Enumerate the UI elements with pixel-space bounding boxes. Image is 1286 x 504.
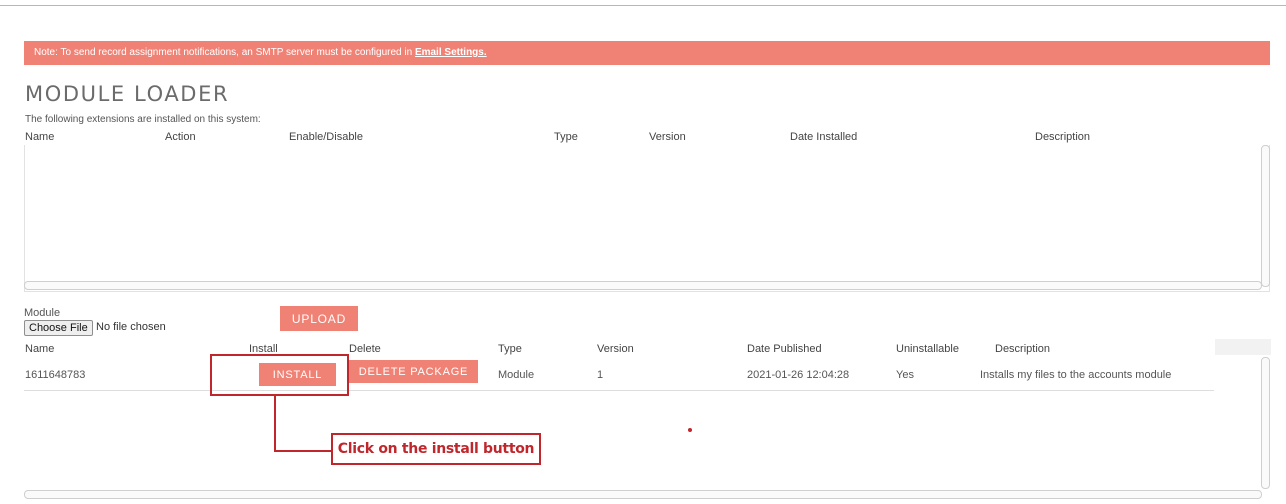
package-type: Module: [498, 369, 535, 381]
packages-col-name: Name: [25, 343, 55, 355]
notice-text: Note: To send record assignment notifica…: [34, 47, 415, 58]
row-divider: [24, 390, 1214, 391]
packages-col-version: Version: [597, 343, 634, 355]
packages-vertical-scrollbar[interactable]: [1261, 357, 1270, 489]
page-title: MODULE LOADER: [25, 82, 230, 106]
installed-horizontal-scrollbar[interactable]: [24, 281, 1262, 290]
installed-col-action: Action: [165, 131, 196, 143]
packages-header-filler: [1215, 339, 1271, 355]
package-uninstallable: Yes: [896, 369, 914, 381]
install-highlight-box: [210, 354, 349, 396]
email-settings-link[interactable]: Email Settings.: [415, 47, 487, 58]
packages-col-type: Type: [498, 343, 522, 355]
package-name: 1611648783: [25, 369, 86, 381]
packages-col-description: Description: [995, 343, 1051, 355]
cursor-dot: [688, 428, 692, 432]
installed-col-name: Name: [25, 131, 55, 143]
installed-col-date-installed: Date Installed: [790, 131, 858, 143]
packages-horizontal-scrollbar[interactable]: [24, 490, 1262, 499]
installed-col-enable-disable: Enable/Disable: [289, 131, 363, 143]
package-date-published: 2021-01-26 12:04:28: [747, 369, 850, 381]
packages-col-delete: Delete: [349, 343, 381, 355]
delete-package-button[interactable]: DELETE PACKAGE: [349, 360, 478, 383]
package-description: Installs my files to the accounts module: [980, 369, 1172, 381]
packages-col-date-published: Date Published: [747, 343, 822, 355]
upload-button[interactable]: UPLOAD: [280, 306, 358, 331]
top-divider: [0, 5, 1286, 6]
choose-file-button[interactable]: Choose File: [24, 320, 93, 336]
no-file-chosen-text: No file chosen: [96, 321, 166, 333]
callout-connector-vertical: [274, 396, 276, 452]
installed-col-description: Description: [1035, 131, 1091, 143]
installed-col-version: Version: [649, 131, 686, 143]
callout-connector-horizontal: [274, 450, 332, 452]
installed-col-type: Type: [554, 131, 578, 143]
installed-extensions-list: [24, 145, 1270, 292]
package-version: 1: [597, 369, 604, 381]
install-callout: Click on the install button: [331, 433, 541, 465]
module-label: Module: [24, 307, 61, 319]
smtp-notice-banner: Note: To send record assignment notifica…: [24, 41, 1270, 65]
installed-subtitle: The following extensions are installed o…: [25, 114, 261, 125]
packages-col-uninstallable: Uninstallable: [896, 343, 959, 355]
installed-vertical-scrollbar[interactable]: [1261, 145, 1270, 287]
